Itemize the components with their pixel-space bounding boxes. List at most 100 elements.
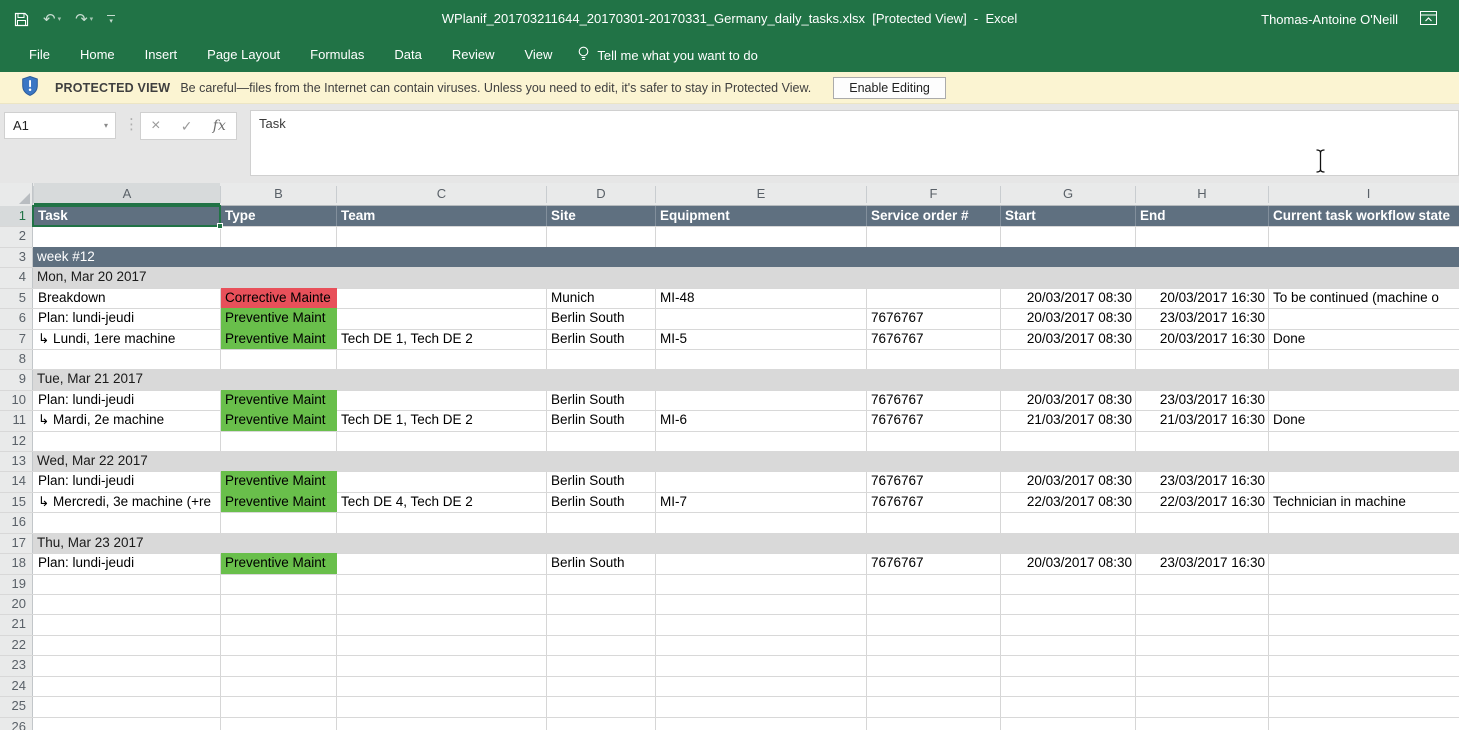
- cell-G11[interactable]: 21/03/2017 08:30: [1001, 410, 1136, 430]
- cell-F18[interactable]: 7676767: [867, 553, 1001, 573]
- row-header-24[interactable]: 24: [0, 676, 26, 696]
- tab-formulas[interactable]: Formulas: [295, 38, 379, 72]
- formula-bar-input[interactable]: Task: [250, 110, 1459, 176]
- cell-I11[interactable]: Done: [1269, 410, 1459, 430]
- col-header-H[interactable]: H: [1136, 183, 1268, 205]
- cell-B7[interactable]: Preventive Maint: [221, 329, 337, 349]
- tab-page-layout[interactable]: Page Layout: [192, 38, 295, 72]
- cell-A10[interactable]: Plan: lundi-jeudi: [34, 390, 221, 410]
- row-header-26[interactable]: 26: [0, 717, 26, 730]
- fill-handle[interactable]: [217, 223, 223, 229]
- row-header-11[interactable]: 11: [0, 410, 26, 430]
- tab-view[interactable]: View: [509, 38, 567, 72]
- cell-D6[interactable]: Berlin South: [547, 308, 656, 328]
- cell-F15[interactable]: 7676767: [867, 492, 1001, 512]
- date-band[interactable]: Tue, Mar 21 2017: [33, 369, 1459, 389]
- cell-A6[interactable]: Plan: lundi-jeudi: [34, 308, 221, 328]
- cell-G5[interactable]: 20/03/2017 08:30: [1001, 288, 1136, 308]
- cell-I15[interactable]: Technician in machine: [1269, 492, 1459, 512]
- row-header-9[interactable]: 9: [0, 369, 26, 389]
- cell-E11[interactable]: MI-6: [656, 410, 867, 430]
- selected-cell-outline[interactable]: [32, 205, 221, 227]
- cell-H6[interactable]: 23/03/2017 16:30: [1136, 308, 1269, 328]
- col-header-E[interactable]: E: [656, 183, 866, 205]
- cell-H10[interactable]: 23/03/2017 16:30: [1136, 390, 1269, 410]
- date-band[interactable]: Wed, Mar 22 2017: [33, 451, 1459, 471]
- cell-B18[interactable]: Preventive Maint: [221, 553, 337, 573]
- cell-A7[interactable]: ↳ Lundi, 1ere machine: [34, 329, 221, 349]
- cell-A5[interactable]: Breakdown: [34, 288, 221, 308]
- date-band[interactable]: Mon, Mar 20 2017: [33, 267, 1459, 287]
- row-header-1[interactable]: 1: [0, 206, 32, 226]
- cell-D14[interactable]: Berlin South: [547, 471, 656, 491]
- col-header-D[interactable]: D: [547, 183, 655, 205]
- row-header-16[interactable]: 16: [0, 512, 26, 532]
- row-header-10[interactable]: 10: [0, 390, 26, 410]
- col-header-F[interactable]: F: [867, 183, 1000, 205]
- cell-F7[interactable]: 7676767: [867, 329, 1001, 349]
- cell-D7[interactable]: Berlin South: [547, 329, 656, 349]
- cell-B15[interactable]: Preventive Maint: [221, 492, 337, 512]
- row-header-8[interactable]: 8: [0, 349, 26, 369]
- cell-D10[interactable]: Berlin South: [547, 390, 656, 410]
- tab-review[interactable]: Review: [437, 38, 510, 72]
- cell-H18[interactable]: 23/03/2017 16:30: [1136, 553, 1269, 573]
- cell-D5[interactable]: Munich: [547, 288, 656, 308]
- header-cell-F1[interactable]: Service order #: [866, 206, 1000, 226]
- cell-G6[interactable]: 20/03/2017 08:30: [1001, 308, 1136, 328]
- row-header-5[interactable]: 5: [0, 288, 26, 308]
- cell-A14[interactable]: Plan: lundi-jeudi: [34, 471, 221, 491]
- enter-icon[interactable]: ✓: [181, 118, 193, 135]
- tell-me-box[interactable]: Tell me what you want to do: [577, 46, 757, 65]
- row-header-18[interactable]: 18: [0, 553, 26, 573]
- cell-D11[interactable]: Berlin South: [547, 410, 656, 430]
- col-header-A[interactable]: A: [34, 183, 220, 205]
- cell-H14[interactable]: 23/03/2017 16:30: [1136, 471, 1269, 491]
- cell-B5[interactable]: Corrective Mainte: [221, 288, 337, 308]
- cell-E15[interactable]: MI-7: [656, 492, 867, 512]
- header-cell-H1[interactable]: End: [1135, 206, 1268, 226]
- cell-G15[interactable]: 22/03/2017 08:30: [1001, 492, 1136, 512]
- cell-A18[interactable]: Plan: lundi-jeudi: [34, 553, 221, 573]
- row-header-3[interactable]: 3: [0, 247, 26, 267]
- cell-E7[interactable]: MI-5: [656, 329, 867, 349]
- tab-insert[interactable]: Insert: [130, 38, 193, 72]
- cell-B14[interactable]: Preventive Maint: [221, 471, 337, 491]
- cell-G7[interactable]: 20/03/2017 08:30: [1001, 329, 1136, 349]
- header-cell-D1[interactable]: Site: [546, 206, 655, 226]
- cell-I5[interactable]: To be continued (machine o: [1269, 288, 1459, 308]
- header-row-band[interactable]: TaskTypeTeamSiteEquipmentService order #…: [33, 206, 1459, 226]
- row-header-7[interactable]: 7: [0, 329, 26, 349]
- cell-D18[interactable]: Berlin South: [547, 553, 656, 573]
- name-box[interactable]: A1 ▾: [4, 112, 116, 139]
- ribbon-display-options-icon[interactable]: [1420, 11, 1437, 28]
- row-header-15[interactable]: 15: [0, 492, 26, 512]
- col-header-C[interactable]: C: [337, 183, 546, 205]
- header-cell-E1[interactable]: Equipment: [655, 206, 866, 226]
- header-cell-B1[interactable]: Type: [220, 206, 336, 226]
- row-header-19[interactable]: 19: [0, 574, 26, 594]
- cell-E5[interactable]: MI-48: [656, 288, 867, 308]
- header-cell-I1[interactable]: Current task workflow state: [1268, 206, 1459, 226]
- row-header-25[interactable]: 25: [0, 696, 26, 716]
- row-header-4[interactable]: 4: [0, 267, 26, 287]
- cell-H7[interactable]: 20/03/2017 16:30: [1136, 329, 1269, 349]
- cell-A15[interactable]: ↳ Mercredi, 3e machine (+re: [34, 492, 221, 512]
- row-header-21[interactable]: 21: [0, 614, 26, 634]
- row-header-13[interactable]: 13: [0, 451, 26, 471]
- cell-F11[interactable]: 7676767: [867, 410, 1001, 430]
- cell-D15[interactable]: Berlin South: [547, 492, 656, 512]
- cell-F14[interactable]: 7676767: [867, 471, 1001, 491]
- week-band[interactable]: week #12: [33, 247, 1459, 267]
- date-band[interactable]: Thu, Mar 23 2017: [33, 533, 1459, 553]
- user-name[interactable]: Thomas-Antoine O'Neill: [1261, 12, 1398, 27]
- tab-home[interactable]: Home: [65, 38, 130, 72]
- cell-B11[interactable]: Preventive Maint: [221, 410, 337, 430]
- cell-C11[interactable]: Tech DE 1, Tech DE 2: [337, 410, 547, 430]
- row-header-2[interactable]: 2: [0, 226, 26, 246]
- tab-data[interactable]: Data: [379, 38, 436, 72]
- cell-B10[interactable]: Preventive Maint: [221, 390, 337, 410]
- col-header-G[interactable]: G: [1001, 183, 1135, 205]
- cell-F10[interactable]: 7676767: [867, 390, 1001, 410]
- row-header-17[interactable]: 17: [0, 533, 26, 553]
